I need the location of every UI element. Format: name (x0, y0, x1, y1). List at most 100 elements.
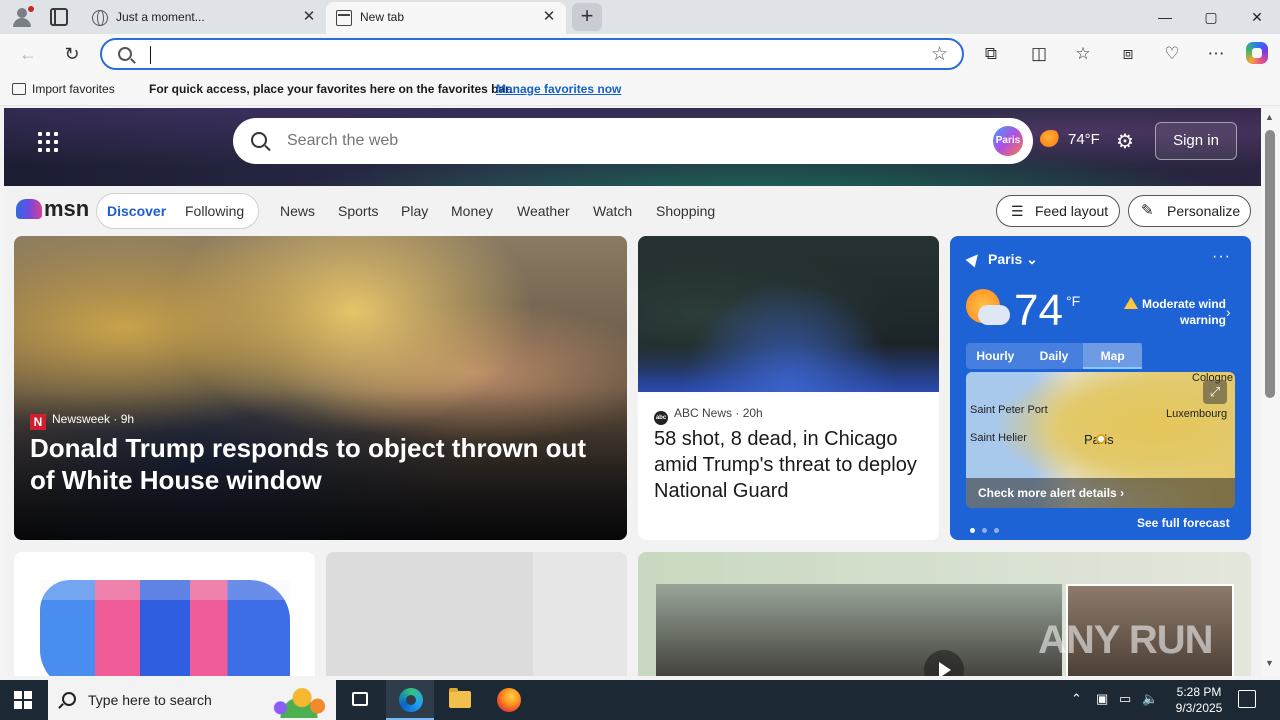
feed-layout-button[interactable]: ☰ Feed layout (996, 195, 1120, 227)
location-pin-icon (1096, 434, 1106, 444)
maximize-button[interactable]: ▢ (1188, 0, 1234, 34)
browser-essentials-icon[interactable]: ♡ (1160, 42, 1184, 66)
hero-temperature: 74°F (1068, 131, 1100, 148)
nav-shopping[interactable]: Shopping (656, 203, 715, 219)
favorites-icon[interactable]: ☆ (1071, 42, 1095, 66)
story-headline[interactable]: Donald Trump responds to object thrown o… (30, 432, 590, 496)
nav-weather[interactable]: Weather (517, 203, 570, 219)
nav-sports[interactable]: Sports (338, 203, 378, 219)
task-view-button[interactable] (336, 680, 384, 720)
alert-details-link[interactable]: Check more alert details › (966, 478, 1235, 508)
apps-grid-icon[interactable] (38, 132, 58, 152)
temperature-unit[interactable]: °F (1066, 293, 1080, 309)
globe-icon (92, 10, 108, 26)
text-caret (150, 46, 151, 64)
settings-gear-icon[interactable]: ⚙ (1116, 132, 1136, 152)
network-icon[interactable]: ▭ (1119, 691, 1131, 707)
story-age: 20h (742, 406, 763, 420)
paris-badge-icon[interactable]: Paris (993, 126, 1023, 156)
close-tab-icon[interactable]: ✕ (300, 8, 318, 26)
map-label: Saint Peter Port (970, 404, 1048, 416)
system-clock[interactable]: 5:28 PM 9/3/2025 (1172, 684, 1226, 716)
collections-icon[interactable]: ⧈ (1116, 42, 1140, 66)
extensions-icon[interactable]: ⧉ (979, 42, 1003, 66)
expand-icon[interactable]: ⤢ (1203, 380, 1227, 404)
split-screen-icon[interactable]: ◫ (1027, 42, 1051, 66)
video-card[interactable]: ANY RUN (638, 552, 1251, 676)
weather-tabs: Hourly Daily Map (966, 343, 1143, 369)
nav-watch[interactable]: Watch (593, 203, 632, 219)
favorite-star-icon[interactable]: ☆ (931, 43, 948, 66)
firefox-button[interactable] (484, 680, 532, 720)
see-full-forecast-link[interactable]: See full forecast (1137, 516, 1230, 530)
favorites-bar: Import favorites For quick access, place… (0, 74, 1280, 106)
notifications-icon[interactable] (1238, 690, 1256, 708)
import-favorites-label: Import favorites (32, 82, 115, 96)
weather-alert[interactable]: Moderate wind warning (1118, 296, 1226, 328)
device-icon[interactable]: ▣ (1096, 691, 1108, 707)
manage-favorites-link[interactable]: Manage favorites now (496, 82, 621, 96)
favorites-message: For quick access, place your favorites h… (149, 82, 513, 96)
nav-news[interactable]: News (280, 203, 315, 219)
import-favorites-button[interactable]: Import favorites (12, 82, 115, 96)
close-window-button[interactable]: ✕ (1234, 0, 1280, 34)
weather-location[interactable]: Paris ⌄ (965, 250, 1038, 268)
more-options-icon[interactable]: ··· (1212, 248, 1231, 266)
new-tab-icon (336, 10, 352, 26)
clock-time: 5:28 PM (1176, 685, 1222, 699)
refresh-icon[interactable]: ↻ (60, 42, 84, 66)
firefox-icon (497, 688, 521, 712)
nav-play[interactable]: Play (401, 203, 428, 219)
web-search-box[interactable]: Paris (233, 118, 1033, 164)
scroll-thumb[interactable] (1265, 130, 1275, 398)
scroll-down-icon[interactable]: ▼ (1265, 658, 1274, 668)
watermark: ANY RUN (1038, 618, 1214, 662)
tab-daily[interactable]: Daily (1025, 343, 1084, 369)
weather-temperature: 74 (1014, 286, 1063, 335)
personalize-icon: ✎ (1141, 202, 1154, 219)
map-label: Luxembourg (1166, 408, 1228, 420)
new-tab-button[interactable]: + (572, 3, 602, 31)
weather-map[interactable]: Saint Peter Port Saint Helier Paris Colo… (966, 372, 1235, 508)
file-explorer-button[interactable] (436, 680, 484, 720)
tab-just-a-moment[interactable]: Just a moment... ✕ (82, 2, 326, 34)
sign-in-button[interactable]: Sign in (1155, 122, 1237, 160)
minimize-button[interactable]: — (1142, 0, 1188, 34)
close-tab-icon[interactable]: ✕ (540, 8, 558, 26)
us-map-image (40, 580, 290, 676)
chevron-right-icon[interactable]: › (1226, 304, 1231, 320)
tab-map[interactable]: Map (1083, 343, 1143, 369)
profile-icon[interactable] (10, 6, 34, 28)
personalize-button[interactable]: ✎ Personalize (1128, 195, 1251, 227)
tab-actions-icon[interactable] (50, 8, 68, 26)
nav-following[interactable]: Following (185, 203, 244, 219)
hero-weather[interactable]: 74°F (1040, 130, 1100, 148)
windows-start-icon[interactable] (14, 691, 32, 709)
taskbar-search[interactable]: Type here to search (48, 680, 336, 720)
chevron-up-icon[interactable]: ⌃ (1071, 691, 1082, 707)
windows-taskbar: Type here to search ⌃ ▣ ▭ 🔈 5:28 PM 9/3/… (0, 680, 1280, 720)
edge-taskbar-button[interactable] (386, 680, 434, 720)
feed-layout-label: Feed layout (1035, 203, 1109, 219)
tab-title: Just a moment... (116, 10, 205, 24)
address-bar[interactable]: ☆ (100, 38, 964, 70)
map-label: Saint Helier (970, 432, 1027, 444)
tab-hourly[interactable]: Hourly (966, 343, 1025, 369)
nav-money[interactable]: Money (451, 203, 493, 219)
main-story-card[interactable]: N Newsweek · 9h Donald Trump responds to … (14, 236, 627, 540)
story-headline[interactable]: 58 shot, 8 dead, in Chicago amid Trump's… (654, 426, 924, 504)
back-arrow-icon[interactable]: ← (16, 42, 40, 66)
election-map-card[interactable] (14, 552, 315, 676)
news-story-card[interactable]: abc ABC News · 20h 58 shot, 8 dead, in Ch… (638, 236, 939, 540)
nav-discover[interactable]: Discover (107, 203, 166, 219)
msn-logo[interactable]: msn (16, 196, 89, 222)
more-options-icon[interactable]: ⋯ (1204, 42, 1228, 66)
volume-icon[interactable]: 🔈 (1142, 691, 1158, 707)
loading-card (326, 552, 627, 676)
tab-new-tab[interactable]: New tab ✕ (326, 2, 566, 34)
web-search-input[interactable] (287, 130, 887, 152)
page-scrollbar[interactable]: ▲ ▼ (1261, 108, 1280, 676)
copilot-icon[interactable] (1246, 42, 1268, 64)
scroll-up-icon[interactable]: ▲ (1265, 112, 1274, 122)
address-input[interactable] (154, 43, 914, 65)
